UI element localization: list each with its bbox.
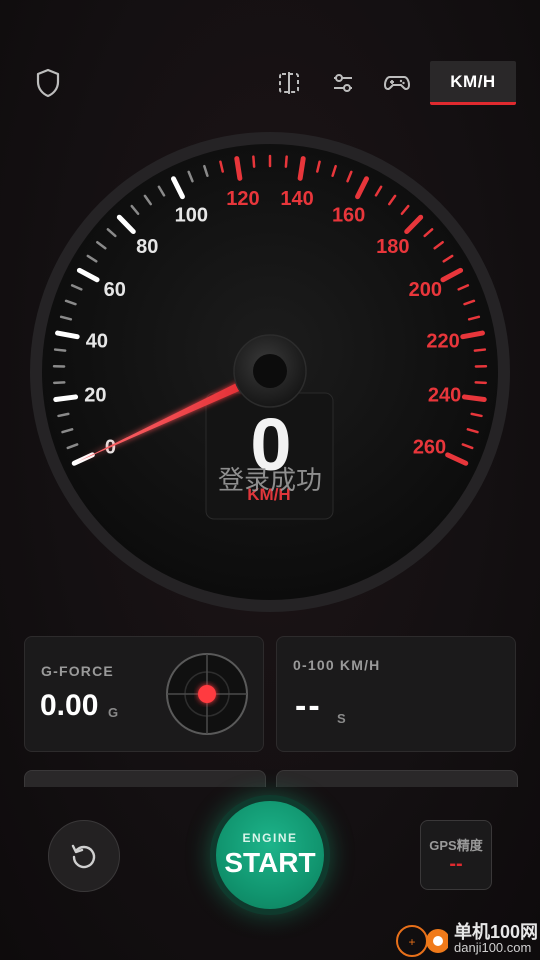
major-tick bbox=[460, 330, 485, 340]
gps-value: -- bbox=[449, 853, 463, 875]
watermark-logo: + bbox=[396, 925, 448, 957]
gforce-value: 0.00 bbox=[40, 689, 99, 722]
major-tick bbox=[234, 156, 243, 181]
start-label: START bbox=[224, 847, 316, 878]
speed-label: 220 bbox=[426, 330, 459, 352]
watermark-url: danji100.com bbox=[454, 940, 532, 955]
minor-tick bbox=[474, 381, 487, 385]
speed-label: 120 bbox=[226, 188, 259, 210]
major-tick bbox=[55, 330, 80, 340]
speed-label: 200 bbox=[409, 279, 442, 301]
top-bar: KM/H bbox=[0, 58, 540, 108]
minor-tick bbox=[53, 381, 66, 385]
engine-label: ENGINE bbox=[242, 831, 298, 845]
needle-hub-center bbox=[253, 354, 287, 388]
major-tick bbox=[297, 156, 306, 181]
acceleration-label: 0-100 KM/H bbox=[293, 657, 381, 673]
gforce-card: G-FORCE 0.00 G bbox=[24, 636, 264, 752]
major-tick bbox=[461, 394, 487, 402]
speed-label: 260 bbox=[413, 436, 446, 458]
split-screen-button[interactable] bbox=[272, 66, 306, 100]
speed-label: 140 bbox=[280, 188, 313, 210]
speed-label: 160 bbox=[332, 205, 365, 227]
speed-label: 100 bbox=[175, 205, 208, 227]
toast-message: 登录成功 bbox=[218, 466, 322, 496]
sliders-icon bbox=[334, 74, 352, 92]
gforce-label: G-FORCE bbox=[41, 663, 114, 679]
gamepad-icon bbox=[384, 76, 410, 90]
reset-icon bbox=[71, 844, 96, 869]
unit-toggle-button[interactable]: KM/H bbox=[430, 61, 516, 105]
acceleration-card: 0-100 KM/H -- S bbox=[276, 636, 516, 752]
next-card-right bbox=[276, 770, 518, 787]
acceleration-unit: S bbox=[337, 711, 346, 726]
acceleration-value: -- bbox=[295, 687, 322, 725]
gforce-unit: G bbox=[108, 705, 119, 720]
next-card-left bbox=[24, 770, 266, 787]
shield-icon bbox=[36, 68, 60, 98]
shield-button[interactable] bbox=[31, 66, 65, 100]
speed-label: 60 bbox=[104, 279, 126, 301]
engine-start-face: ENGINE START bbox=[216, 801, 324, 909]
gforce-target-indicator bbox=[166, 653, 248, 735]
major-tick bbox=[53, 394, 79, 402]
speed-label: 20 bbox=[84, 384, 106, 406]
svg-text:+: + bbox=[408, 935, 415, 949]
sliders-button[interactable] bbox=[326, 66, 360, 100]
gps-label: GPS精度 bbox=[429, 838, 483, 853]
gforce-dot bbox=[198, 685, 216, 703]
minor-tick bbox=[53, 348, 67, 352]
minor-tick bbox=[473, 348, 487, 352]
speed-label: 240 bbox=[428, 384, 461, 406]
speedometer-gauge: 020406080100120 140160180200220240260 0 K… bbox=[30, 132, 510, 612]
engine-start-button[interactable]: ENGINE START bbox=[210, 795, 330, 915]
speed-label: 80 bbox=[136, 236, 158, 258]
speed-label: 180 bbox=[376, 236, 409, 258]
watermark: + 单机100网 danji100.com bbox=[390, 918, 540, 960]
split-screen-icon bbox=[279, 72, 299, 94]
gamepad-button[interactable] bbox=[380, 66, 414, 100]
speed-label: 40 bbox=[86, 330, 108, 352]
reset-button[interactable] bbox=[48, 820, 120, 892]
minor-tick bbox=[284, 155, 288, 168]
gps-accuracy-panel: GPS精度 -- bbox=[420, 820, 492, 890]
minor-tick bbox=[252, 155, 256, 168]
